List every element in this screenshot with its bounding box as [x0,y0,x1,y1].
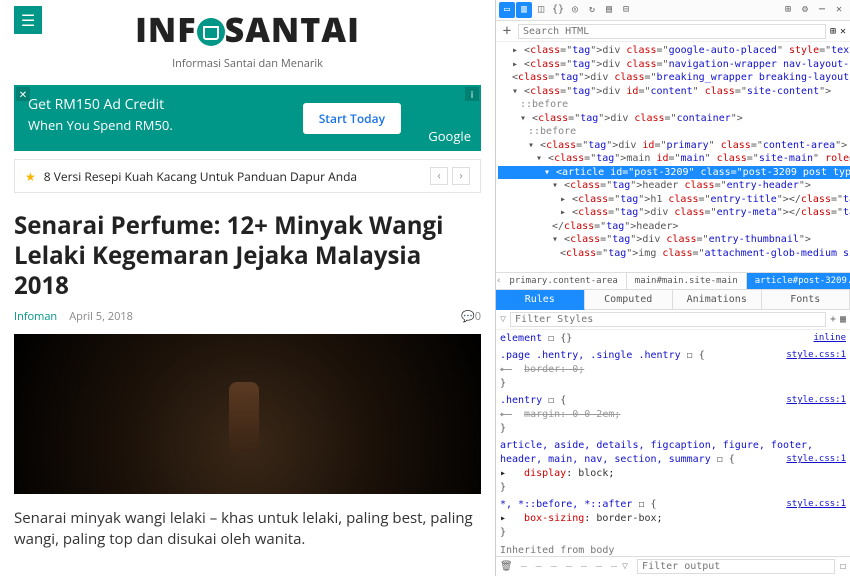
dom-node[interactable]: ▾ <class="tag">div class="entry-thumbnai… [498,233,850,247]
dom-node[interactable]: ▾ <class="tag">header class="entry-heade… [498,179,850,193]
ticker-text[interactable]: 8 Versi Resepi Kuah Kacang Untuk Panduan… [44,168,357,185]
performance-icon[interactable]: ↻ [584,2,600,18]
dom-search-bar: + ⊞ ✕ [496,21,850,42]
ad-brand: Google [428,127,471,145]
filter-icon: ▽ [500,314,506,325]
star-icon: ★ [25,168,36,185]
comment-count[interactable]: 💬0 [461,309,481,324]
settings-icon[interactable]: ⚙ [797,2,813,18]
dom-node[interactable]: ▾ <article id="post-3209" class="post-32… [498,166,850,180]
css-rule[interactable]: element ☐ {inline} [500,332,846,346]
search-html-input[interactable] [518,24,826,39]
close-search-icon[interactable]: ✕ [840,26,846,37]
css-rules-panel[interactable]: element ☐ {inline} .page .hentry, .single… [496,330,850,556]
console-icon[interactable]: ◫ [533,2,549,18]
storage-icon[interactable]: ⊟ [618,2,634,18]
add-node-icon[interactable]: + [500,23,514,39]
tab-animations[interactable]: Animations [673,290,762,310]
ticker-prev-button[interactable]: ‹ [430,167,448,185]
ad-banner[interactable]: ✕ i Get RM150 Ad Credit When You Spend R… [14,85,481,151]
devtools-panel: ▭ ▥ ◫ {} ◎ ↻ ▤ ⊟ ⊞ ⚙ ⋯ ✕ + ⊞ ✕ ▸ <class=… [495,0,850,576]
dom-node[interactable]: ::before [498,98,850,112]
css-rule[interactable]: article, aside, details, figcaption, fig… [500,439,846,495]
dom-node[interactable]: ▸ <class="tag">div class="google-auto-pl… [498,44,850,58]
post-excerpt: Senarai minyak wangi lelaki – khas untuk… [14,508,481,550]
dom-node[interactable]: ▸ <class="tag">h1 class="entry-title"></… [498,193,850,207]
filter-output-input[interactable] [637,559,835,574]
dom-tree[interactable]: ▸ <class="tag">div class="google-auto-pl… [496,42,850,272]
post-meta: Infoman April 5, 2018 💬0 [14,309,481,324]
dom-node[interactable]: <class="tag">div class="breaking_wrapper… [498,71,850,85]
crumb-item[interactable]: primary.content-area [501,273,626,289]
breadcrumb: ‹ primary.content-area main#main.site-ma… [496,272,850,290]
ad-line1: Get RM150 Ad Credit [28,95,467,114]
crumb-item-active[interactable]: article#post-3209.post-3209.post.t [747,273,850,289]
filter-output-icon: ▽ [622,561,628,572]
dom-node[interactable]: ▸ <class="tag">div class="navigation-wra… [498,58,850,72]
post-date: April 5, 2018 [69,309,133,324]
debugger-icon[interactable]: {} [550,2,566,18]
dom-node[interactable]: </class="tag">header> [498,220,850,234]
trash-icon[interactable]: 🗑 [500,561,513,572]
hamburger-icon: ☰ [21,9,35,31]
expand-icon[interactable]: ⊞ [830,26,836,37]
toggle-classes-icon[interactable]: ▦ [840,314,846,325]
inspector-icon[interactable]: ▭ [499,2,515,18]
css-rule[interactable]: .page .hentry, .single .hentry ☐ {style.… [500,349,846,391]
tagline: Informasi Santai dan Menarik [14,56,481,71]
persist-icon[interactable]: ☐ [840,561,846,572]
devtools-footer: 🗑 – – – – – – – ▽ ☐ [496,556,850,576]
inherited-label: Inherited from body [500,544,846,556]
css-panel-tabs: RulesComputedAnimationsFonts [496,290,850,310]
responsive-icon[interactable]: ▥ [516,2,532,18]
add-rule-icon[interactable]: + [830,314,836,325]
memory-icon[interactable]: ▤ [601,2,617,18]
styles-filter-bar: ▽ + ▦ [496,310,850,330]
ad-line2: When You Spend RM50. [28,116,467,134]
ad-cta-button[interactable]: Start Today [303,103,401,134]
logo-text-post: SANTAI [225,6,360,52]
ticker-next-button[interactable]: › [452,167,470,185]
dom-node[interactable]: ::before [498,125,850,139]
more-icon[interactable]: ⋯ [814,2,830,18]
site-logo[interactable]: INF SANTAI [14,6,481,52]
author-link[interactable]: Infoman [14,309,57,324]
dom-node[interactable]: ▾ <class="tag">div id="primary" class="c… [498,139,850,153]
ad-close-icon[interactable]: ✕ [16,87,30,101]
logo-text-pre: INF [135,6,197,52]
dom-node[interactable]: <class="tag">img class="attachment-glob-… [498,247,850,261]
close-icon[interactable]: ✕ [831,2,847,18]
devtools-toolbar: ▭ ▥ ◫ {} ◎ ↻ ▤ ⊟ ⊞ ⚙ ⋯ ✕ [496,0,850,21]
dock-icon[interactable]: ⊞ [780,2,796,18]
dom-node[interactable]: ▾ <class="tag">div class="container"> [498,112,850,126]
cup-icon [197,18,225,46]
crumb-item[interactable]: main#main.site-main [627,273,747,289]
tab-fonts[interactable]: Fonts [762,290,850,310]
dom-node[interactable]: ▾ <class="tag">div id="content" class="s… [498,85,850,99]
network-icon[interactable]: ◎ [567,2,583,18]
dom-node[interactable]: ▸ <class="tag">div class="entry-meta"></… [498,206,850,220]
news-ticker: ★ 8 Versi Resepi Kuah Kacang Untuk Pandu… [14,159,481,193]
ad-info-icon[interactable]: i [465,87,479,101]
post-title: Senarai Perfume: 12+ Minyak Wangi Lelaki… [14,211,481,301]
filter-styles-input[interactable] [510,312,826,327]
menu-button[interactable]: ☰ [14,6,42,34]
tab-computed[interactable]: Computed [585,290,674,310]
css-rule[interactable]: .hentry ☐ {style.css:1▸ margin: 0 0 2em;… [500,394,846,436]
dom-node[interactable]: ▾ <class="tag">main id="main" class="sit… [498,152,850,166]
css-rule[interactable]: *, *::before, *::after ☐ {style.css:1▸ b… [500,498,846,540]
post-thumbnail [14,334,481,494]
tab-rules[interactable]: Rules [496,290,585,310]
